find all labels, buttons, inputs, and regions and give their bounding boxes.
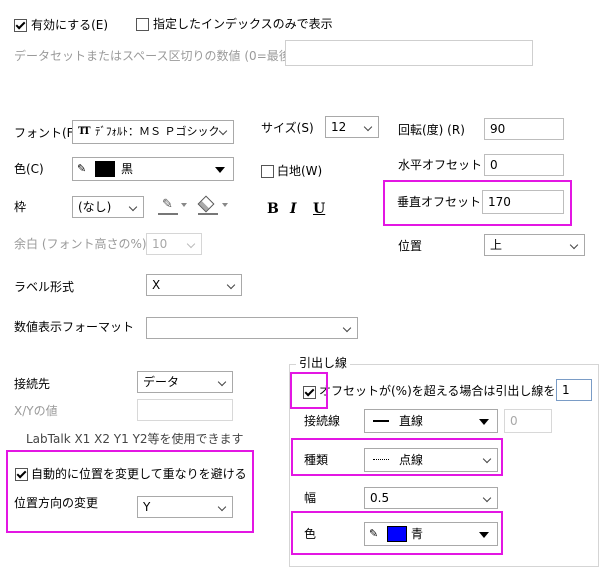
caret-down-icon [479, 532, 489, 538]
chevron-down-icon [363, 117, 375, 137]
type-value: 点線 [399, 453, 424, 467]
margin-select[interactable]: 10 [146, 233, 202, 255]
small-caret-icon [222, 203, 228, 207]
size-select[interactable]: 12 [325, 116, 379, 138]
numeric-format-label: 数値表示フォーマット [14, 320, 135, 334]
paint-bucket-icon [197, 195, 215, 213]
width-label: 幅 [304, 491, 317, 505]
index-only-checkbox[interactable] [136, 18, 149, 31]
truetype-icon: TT [78, 126, 90, 137]
margin-value: 10 [152, 237, 168, 251]
leader-group-title: 引出し線 [296, 355, 351, 371]
italic-button[interactable]: I [290, 201, 297, 217]
frame-select[interactable]: (なし) [72, 196, 144, 218]
v-offset-label: 垂直オフセット [397, 195, 482, 209]
auto-reposition-highlight [6, 450, 254, 533]
chevron-down-icon [569, 235, 581, 255]
solid-line-icon [373, 420, 389, 422]
connect-select[interactable]: データ [137, 371, 233, 393]
dataset-label: データセットまたはスペース区切りの数値 (0=最後) [14, 49, 296, 63]
caret-down-icon [215, 167, 225, 173]
leader-threshold-input[interactable]: 1 [556, 379, 592, 401]
label-format-label: ラベル形式 [14, 280, 75, 294]
h-offset-label: 水平オフセット [398, 158, 483, 172]
pos-direction-value: Y [143, 500, 151, 514]
pencil-icon: ✎ [369, 527, 379, 540]
position-value: 上 [490, 238, 503, 252]
size-value: 12 [331, 120, 347, 134]
type-select[interactable]: 点線 [364, 448, 498, 472]
small-caret-icon [181, 203, 187, 207]
font-value: ﾃﾞﾌｫﾙﾄ：ＭＳ Ｐゴシック [95, 125, 220, 138]
index-only-label: 指定したインデックスのみで表示 [153, 17, 333, 31]
leader-show-label: オフセットが(%)を超える場合は引出し線を表示 [319, 384, 580, 398]
size-label: サイズ(S) [261, 121, 314, 135]
chevron-down-icon [226, 275, 238, 295]
fill-color-button[interactable] [192, 195, 232, 218]
caret-down-icon [479, 419, 489, 425]
white-bg-checkbox[interactable] [261, 165, 274, 178]
h-offset-input[interactable]: 0 [484, 154, 564, 176]
chevron-down-icon [482, 449, 494, 471]
fill-color-bar [198, 213, 218, 215]
rotation-label: 回転(度) (R) [398, 123, 465, 137]
dataset-input[interactable] [285, 40, 533, 66]
color-swatch [95, 161, 115, 177]
auto-reposition-checkbox[interactable] [15, 468, 28, 481]
leader-show-checkbox[interactable] [303, 386, 316, 399]
font-select[interactable]: TT ﾃﾞﾌｫﾙﾄ：ＭＳ Ｐゴシック [72, 120, 234, 144]
chevron-down-icon [218, 121, 230, 143]
color-label: 色(C) [14, 162, 44, 176]
chevron-down-icon [342, 318, 354, 338]
v-offset-input[interactable]: 170 [482, 190, 564, 214]
numeric-format-select[interactable] [146, 317, 358, 339]
pencil-icon: ✎ [77, 162, 87, 175]
width-value: 0.5 [370, 491, 390, 505]
color-value: 黒 [121, 162, 134, 176]
auto-reposition-label: 自動的に位置を変更して重なりを避ける [31, 467, 247, 481]
connect-label: 接続先 [14, 377, 51, 391]
connector-num-input[interactable]: 0 [504, 409, 552, 433]
line-color-button[interactable]: ✎ [150, 196, 190, 218]
enable-label: 有効にする(E) [31, 18, 109, 32]
margin-label: 余白 (フォント高さの%) [14, 237, 147, 251]
labtalk-hint: LabTalk X1 X2 Y1 Y2等を使用できます [26, 432, 244, 446]
frame-label: 枠 [14, 200, 27, 214]
position-label: 位置 [398, 239, 423, 253]
connector-select[interactable]: 直線 [364, 409, 498, 433]
xy-value-label: X/Yの値 [14, 404, 58, 418]
leader-color-label: 色 [304, 527, 317, 541]
frame-value: (なし) [78, 200, 112, 214]
leader-color-value: 青 [411, 527, 424, 541]
chevron-down-icon [482, 488, 494, 508]
position-select[interactable]: 上 [484, 234, 585, 256]
white-bg-label: 白地(W) [277, 164, 323, 178]
leader-color-swatch [387, 526, 407, 542]
chevron-down-icon [186, 234, 198, 254]
label-format-select[interactable]: X [146, 274, 242, 296]
color-select[interactable]: ✎ 黒 [72, 157, 234, 181]
connect-value: データ [143, 375, 180, 389]
pos-direction-select[interactable]: Y [137, 496, 233, 518]
type-label: 種類 [304, 453, 329, 467]
enable-checkbox[interactable] [14, 19, 27, 32]
dotted-line-icon [373, 459, 389, 460]
chevron-down-icon [217, 372, 229, 392]
bold-button[interactable]: B [267, 201, 279, 217]
label-format-value: X [152, 278, 161, 292]
connector-label: 接続線 [304, 414, 341, 428]
line-color-bar [158, 213, 178, 215]
chevron-down-icon [128, 197, 140, 217]
leader-color-select[interactable]: ✎ 青 [364, 522, 498, 546]
font-label: フォント(F) [14, 126, 79, 140]
xy-value-input[interactable] [137, 399, 233, 421]
pos-direction-label: 位置方向の変更 [14, 496, 99, 510]
connector-value: 直線 [399, 414, 424, 428]
chevron-down-icon [217, 497, 229, 517]
width-select[interactable]: 0.5 [364, 487, 498, 509]
pencil-icon: ✎ [162, 197, 173, 212]
underline-button[interactable]: U [313, 201, 325, 217]
rotation-input[interactable]: 90 [484, 118, 564, 140]
